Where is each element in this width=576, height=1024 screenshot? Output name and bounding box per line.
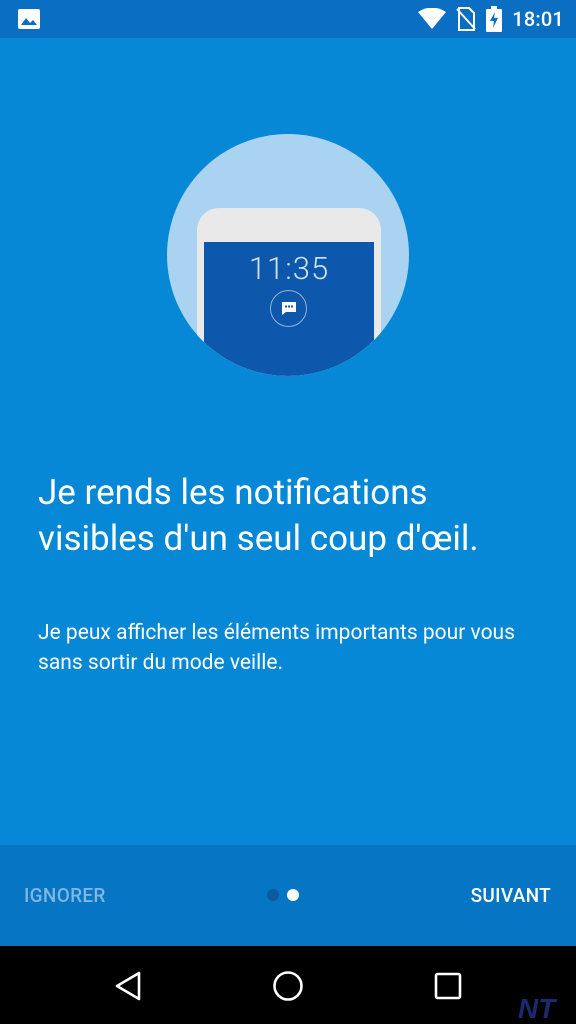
onboarding-page: 11:35 Je rends les notifications visible… [0,38,576,845]
phone-graphic: 11:35 [197,208,381,376]
wifi-icon [418,8,447,29]
illustration-clock: 11:35 [248,250,330,287]
onboarding-description: Je peux afficher les éléments importants… [38,621,515,675]
recents-icon[interactable] [428,966,468,1006]
status-bar: 18:01 [0,0,576,38]
page-dot-1 [267,889,279,901]
home-icon[interactable] [268,966,308,1006]
phone-screen: 11:35 [204,242,374,376]
svg-text:NT: NT [518,993,558,1022]
page-indicator [267,889,299,901]
phone-illustration: 11:35 [167,134,409,376]
onboarding-bottom-bar: IGNORER SUIVANT [0,845,576,946]
skip-button[interactable]: IGNORER [24,845,106,946]
navigation-bar: NT [0,946,576,1024]
status-time: 18:01 [512,7,564,31]
no-sim-icon [456,7,476,31]
battery-charging-icon [486,6,503,32]
message-icon [270,290,307,327]
back-icon[interactable] [108,966,148,1006]
watermark-logo: NT [518,993,558,1022]
onboarding-headline: Je rends les notifications visibles d'un… [38,472,479,559]
gallery-icon [18,9,40,29]
page-dot-2 [287,889,299,901]
next-button[interactable]: SUIVANT [471,845,551,946]
